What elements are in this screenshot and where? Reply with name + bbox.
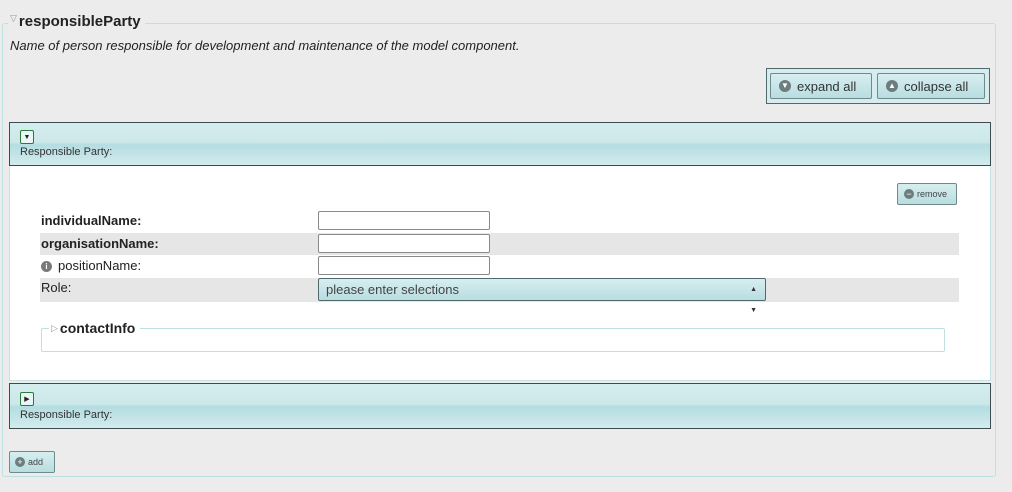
select-arrows-icon: ▲ ▼ [750, 286, 757, 314]
chevron-down-icon: ▼ [779, 80, 791, 92]
section-legend[interactable]: ▽ responsibleParty [8, 13, 145, 30]
individual-name-label: individualName: [41, 213, 142, 228]
add-label: add [28, 457, 44, 467]
info-icon[interactable]: i [41, 261, 52, 272]
individual-name-input[interactable] [318, 211, 490, 230]
position-name-input[interactable] [318, 256, 490, 275]
position-name-label: positionName: [58, 258, 142, 273]
add-button[interactable]: + add [9, 451, 55, 473]
organisation-name-row: organisationName: [40, 233, 959, 255]
minus-circle-icon: − [904, 189, 914, 199]
role-selected-value: please enter selections [326, 282, 459, 297]
section-description: Name of person responsible for developme… [10, 38, 520, 53]
contact-info-fieldset: ▷ contactInfo [41, 320, 945, 352]
role-select[interactable]: please enter selections ▲ ▼ [318, 278, 766, 314]
collapse-toggle-button[interactable]: ▼ [20, 130, 34, 144]
party-header-label: Responsible Party: [20, 146, 113, 158]
role-row: Role: please enter selections ▲ ▼ [40, 278, 959, 314]
position-name-row: i positionName: [40, 255, 959, 277]
role-label: Role: [41, 280, 72, 295]
chevron-up-icon: ▲ [886, 80, 898, 92]
contact-info-title: contactInfo [59, 320, 136, 336]
contact-info-legend[interactable]: ▷ contactInfo [49, 320, 141, 336]
remove-button[interactable]: − remove [897, 183, 957, 205]
party-panel-1: − remove individualName: organisationNam… [9, 166, 991, 381]
party-header-2[interactable]: ▶ Responsible Party: [9, 383, 991, 429]
collapse-all-button[interactable]: ▲ collapse all [877, 73, 985, 99]
remove-label: remove [917, 189, 948, 199]
expand-all-button[interactable]: ▼ expand all [770, 73, 872, 99]
position-name-label-wrap: i positionName: [41, 258, 141, 273]
plus-circle-icon: + [15, 457, 25, 467]
section-title: responsibleParty [18, 13, 141, 30]
collapse-triangle-icon: ▽ [10, 13, 17, 23]
party-header-1[interactable]: ▼ Responsible Party: [9, 122, 991, 166]
organisation-name-label: organisationName: [41, 236, 159, 251]
expand-collapse-toolbar: ▼ expand all ▲ collapse all [766, 68, 990, 104]
expand-triangle-icon: ▷ [51, 322, 58, 333]
collapse-all-label: collapse all [904, 78, 969, 94]
expand-toggle-button[interactable]: ▶ [20, 392, 34, 406]
organisation-name-input[interactable] [318, 234, 490, 253]
party-header-label: Responsible Party: [20, 409, 113, 421]
individual-name-row: individualName: [40, 210, 959, 232]
expand-all-label: expand all [797, 78, 857, 94]
